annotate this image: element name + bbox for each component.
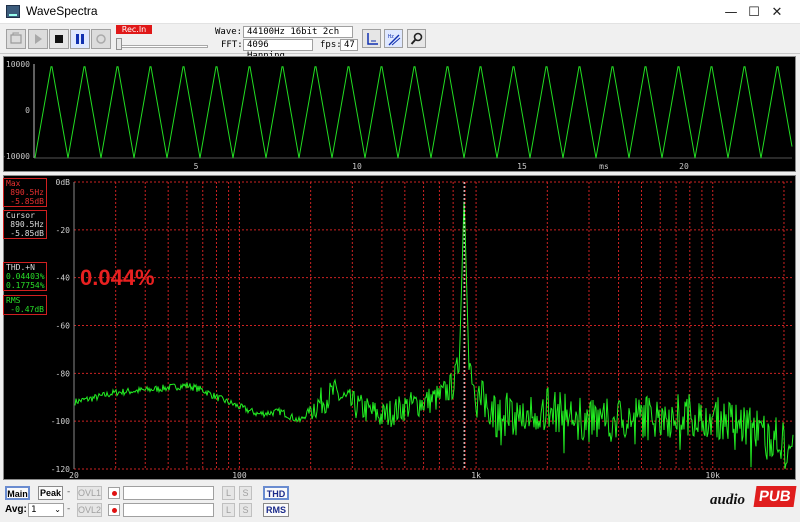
fps-value: 47 (340, 39, 358, 51)
ovl1-file-field[interactable] (123, 486, 214, 500)
pause-icon (76, 34, 84, 44)
cursor-readout: Cursor 890.5Hz -5.85dB (3, 210, 47, 239)
spectrum-xtick: 100 (232, 471, 247, 480)
settings-icon (410, 32, 422, 45)
thd-value-1: 0.04403% (6, 272, 45, 281)
max-level: -5.85dB (10, 197, 44, 206)
ovl2-load-button[interactable]: L (222, 503, 235, 517)
separator: - (67, 504, 71, 514)
cursor-frequency: 890.5Hz (10, 220, 44, 229)
hz-scale-button[interactable]: Hz (384, 29, 403, 48)
fft-setting-field: 4096 Hanning (243, 39, 313, 61)
wave-xtick: 20 (679, 162, 689, 171)
rms-button[interactable]: RMS (263, 503, 289, 517)
wave-label: Wave: (215, 27, 243, 37)
spectrum-xtick: 10k (706, 471, 721, 480)
scale-button[interactable] (362, 29, 381, 48)
wave-ytick: 0 (25, 106, 30, 115)
svg-text:Hz: Hz (388, 34, 394, 40)
spectrum-ytick: -100 (51, 417, 70, 426)
spectrum-ytick: -80 (56, 369, 71, 378)
waveform-trace (34, 66, 793, 159)
spectrum-trace (74, 201, 794, 470)
chevron-down-icon: ⌄ (54, 505, 61, 514)
max-readout: Max 890.5Hz -5.85dB (3, 178, 47, 207)
spectrum-ytick: 0dB (56, 178, 71, 187)
ovl1-button[interactable]: OVL1 (77, 486, 102, 500)
max-frequency: 890.5Hz (10, 188, 44, 197)
thd-overlay-value: 0.044% (80, 265, 155, 290)
rec-in-indicator: Rec.In (116, 25, 152, 34)
thd-readout: THD.+N 0.04403% 0.17754% (3, 262, 47, 291)
thd-button[interactable]: THD (263, 486, 289, 500)
app-icon (6, 5, 20, 18)
close-button[interactable]: ✕ (754, 0, 800, 24)
logo-pub-text: PUB (753, 486, 797, 507)
ovl1-record-button[interactable] (108, 487, 120, 499)
spectrum-grid (73, 181, 794, 470)
spectrum-xtick: 1k (471, 471, 481, 480)
logo-audio-text: audio (710, 492, 746, 508)
waveform-plot: 10000 0 -10000 5 10 15 20 ms (1, 60, 793, 171)
window-title: WaveSpectra (26, 4, 98, 18)
ovl2-file-field[interactable] (123, 503, 214, 517)
audiopub-logo: audio PUB (708, 482, 798, 520)
spectrum-panel[interactable]: 0dB -20 -40 -60 -80 -100 -120 20 100 1k 10k (3, 175, 796, 480)
stop-button[interactable] (49, 29, 69, 49)
spectrum-xtick: 20 (69, 471, 79, 480)
rec-level-thumb[interactable] (116, 38, 122, 50)
ovl2-save-button[interactable]: S (239, 503, 252, 517)
rms-value: -0.47dB (10, 305, 44, 314)
spectrum-ytick: -40 (56, 274, 71, 283)
pause-button[interactable] (70, 29, 90, 49)
fft-label: FFT: (221, 40, 243, 50)
thd-value-2: 0.17754% (6, 281, 45, 290)
main-button[interactable]: Main (5, 486, 30, 500)
ovl1-save-button[interactable]: S (239, 486, 252, 500)
wave-ytick: -10000 (4, 152, 30, 161)
ovl2-button[interactable]: OVL2 (77, 503, 102, 517)
fps-label: fps: (320, 40, 342, 50)
record-button[interactable] (91, 29, 111, 49)
waveform-panel[interactable]: 10000 0 -10000 5 10 15 20 ms (1, 56, 796, 172)
bottom-bar (0, 482, 800, 522)
thd-label: THD.+N (6, 263, 35, 272)
cd-open-button[interactable] (6, 29, 26, 49)
spectrum-x-axis: 20 100 1k 10k (69, 471, 720, 480)
ovl2-record-button[interactable] (108, 504, 120, 516)
record-icon (96, 34, 106, 44)
scale-icon (366, 32, 378, 45)
wave-xtick: 15 (517, 162, 527, 171)
spectrum-ytick: -120 (51, 465, 70, 474)
play-button[interactable] (28, 29, 48, 49)
avg-label: Avg: (5, 504, 27, 515)
avg-select[interactable]: 1 ⌄ (28, 503, 64, 517)
wave-format-field: 44100Hz 16bit 2ch (243, 26, 353, 38)
stop-icon (55, 35, 63, 43)
rms-readout: RMS -0.47dB (3, 295, 47, 315)
play-icon (35, 34, 42, 44)
title-bar: WaveSpectra — ☐ ✕ (0, 0, 800, 24)
spectrum-y-axis: 0dB -20 -40 -60 -80 -100 -120 (51, 178, 70, 474)
wave-xunit: ms (599, 162, 609, 171)
rms-label: RMS (6, 296, 21, 305)
cd-open-icon (10, 32, 22, 44)
cursor-level: -5.85dB (10, 229, 44, 238)
cursor-label: Cursor (6, 211, 35, 220)
close-icon: ✕ (771, 4, 783, 20)
hz-scale-icon: Hz (388, 34, 400, 45)
wave-xtick: 5 (194, 162, 199, 171)
wave-ytick: 10000 (6, 60, 30, 69)
spectrum-plot: 0dB -20 -40 -60 -80 -100 -120 20 100 1k 10k (51, 178, 794, 480)
ovl1-load-button[interactable]: L (222, 486, 235, 500)
wave-xtick: 10 (352, 162, 362, 171)
peak-button[interactable]: Peak (38, 486, 63, 500)
separator: - (67, 487, 71, 497)
spectrum-ytick: -20 (56, 226, 71, 235)
max-label: Max (6, 179, 21, 188)
settings-button[interactable] (407, 29, 426, 48)
spectrum-ytick: -60 (56, 322, 71, 331)
rec-level-slider[interactable] (118, 45, 208, 48)
avg-value: 1 (31, 505, 37, 515)
